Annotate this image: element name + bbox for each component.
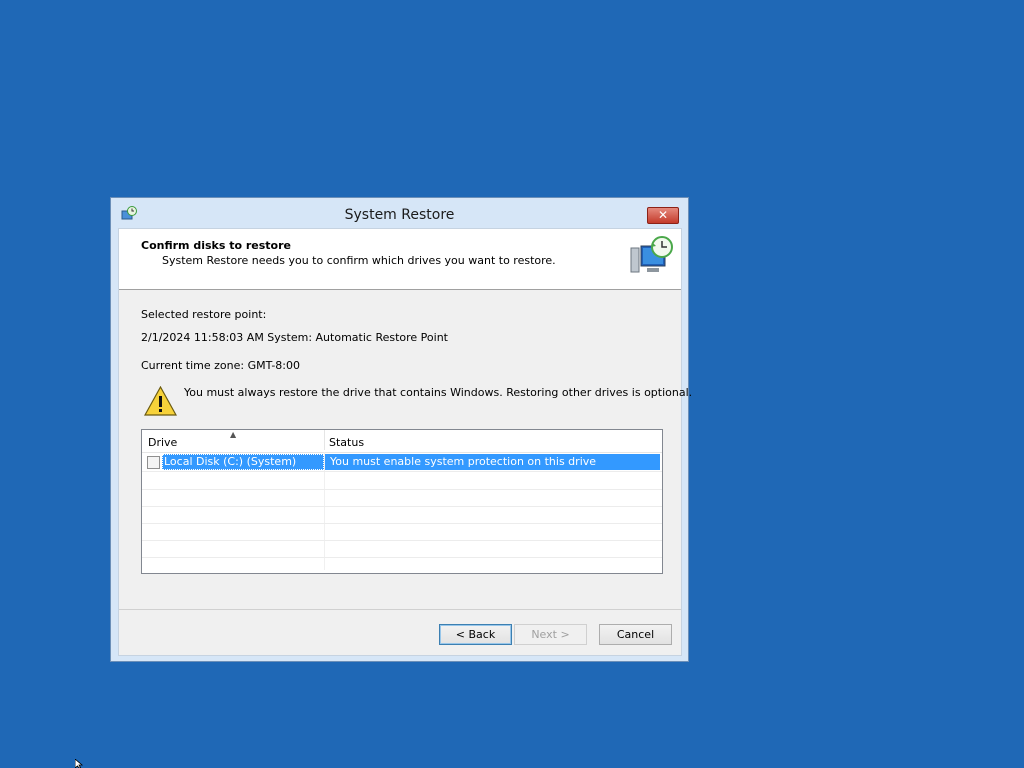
desktop: System Restore ✕ Confirm disks to restor… (0, 0, 1024, 768)
drive-checkbox[interactable] (147, 456, 160, 469)
restore-computer-icon (630, 236, 673, 273)
header-subtitle: System Restore needs you to confirm whic… (162, 254, 556, 267)
sort-ascending-icon: ▲ (230, 430, 237, 439)
empty-row (142, 489, 662, 507)
window-title: System Restore (344, 207, 455, 223)
empty-row (142, 472, 662, 490)
empty-row (142, 523, 662, 541)
close-button[interactable]: ✕ (647, 207, 679, 224)
drives-list[interactable]: ▲ Drive Status Local Disk (C:) (System) … (141, 429, 663, 574)
dialog-header: Confirm disks to restore System Restore … (119, 229, 681, 290)
restore-point-value: 2/1/2024 11:58:03 AM System: Automatic R… (141, 331, 448, 344)
selected-restore-point-label: Selected restore point: (141, 308, 267, 321)
drive-status-cell[interactable]: You must enable system protection on thi… (325, 454, 660, 470)
table-row[interactable]: Local Disk (C:) (System) You must enable… (142, 454, 662, 472)
empty-row (142, 540, 662, 558)
footer-divider (119, 609, 681, 610)
warning-icon (144, 386, 177, 416)
timezone-text: Current time zone: GMT-8:00 (141, 359, 301, 372)
cancel-button[interactable]: Cancel (599, 624, 672, 645)
column-header-status[interactable]: Status (329, 436, 364, 449)
mouse-cursor-icon (75, 759, 84, 768)
empty-row (142, 506, 662, 524)
dialog-client: Confirm disks to restore System Restore … (118, 228, 692, 656)
column-header-drive[interactable]: Drive (148, 436, 177, 449)
column-divider[interactable] (324, 430, 325, 450)
next-button[interactable]: Next > (514, 624, 587, 645)
list-header: ▲ Drive Status (142, 430, 662, 453)
warning-text: You must always restore the drive that c… (184, 386, 693, 399)
title-bar[interactable]: System Restore ✕ (111, 198, 688, 228)
drive-name-cell[interactable]: Local Disk (C:) (System) (162, 454, 324, 470)
back-button[interactable]: < Back (439, 624, 512, 645)
header-title: Confirm disks to restore (141, 239, 291, 252)
system-restore-window: System Restore ✕ Confirm disks to restor… (110, 197, 692, 662)
